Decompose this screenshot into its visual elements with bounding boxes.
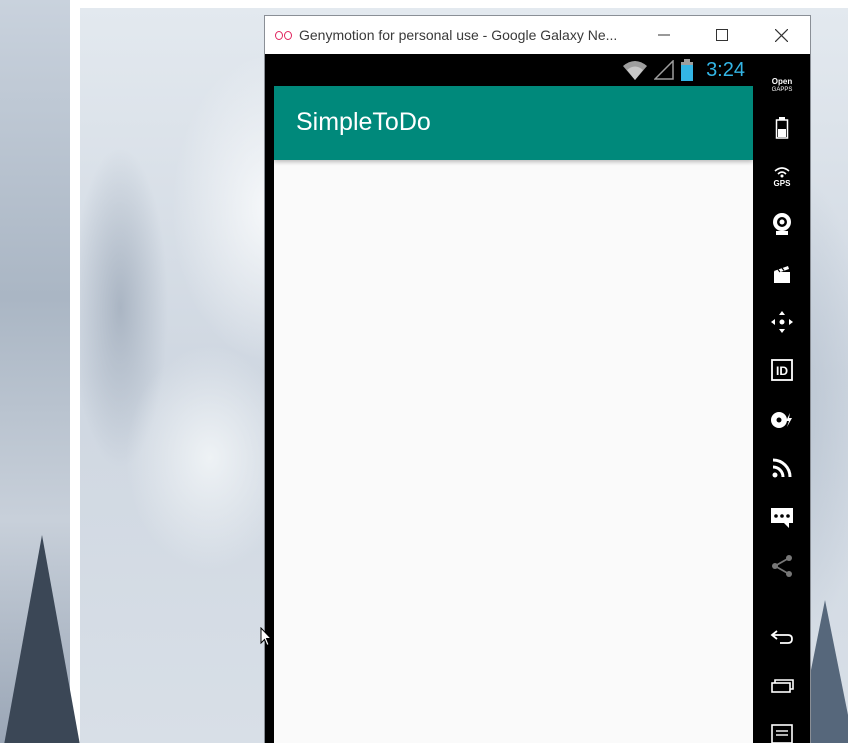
gps-label: GPS [774, 179, 792, 187]
minimize-button[interactable] [635, 16, 693, 54]
window-title: Genymotion for personal use - Google Gal… [299, 27, 618, 43]
maximize-button[interactable] [693, 16, 751, 54]
genymotion-toolbar: Open GAPPS GPS ID [753, 54, 810, 743]
gps-tool-button[interactable]: GPS [761, 158, 803, 194]
share-tool-icon [772, 555, 792, 577]
open-gapps-icon: Open GAPPS [772, 78, 793, 94]
android-device-screen: 3:24 SimpleToDo [265, 54, 753, 743]
app-title: SimpleToDo [296, 108, 431, 136]
back-nav-icon [770, 630, 793, 644]
maximize-icon [716, 29, 728, 41]
network-tool-icon [772, 458, 792, 478]
menu-nav-button[interactable] [761, 716, 803, 743]
battery-tool-button[interactable] [761, 110, 803, 146]
open-gapps-button[interactable]: Open GAPPS [761, 68, 803, 104]
move-tool-button[interactable] [761, 304, 803, 340]
gps-tool-icon: GPS [774, 167, 792, 187]
status-clock: 3:24 [706, 58, 745, 81]
device-id-tool-icon: ID [771, 359, 793, 381]
pine-tree-left [4, 535, 80, 743]
app-toolbar: SimpleToDo [274, 86, 753, 160]
network-tool-button[interactable] [761, 450, 803, 486]
sms-tool-button[interactable] [761, 500, 803, 536]
signal-icon [654, 60, 674, 80]
mouse-cursor-icon [260, 627, 272, 647]
open-gapps-label-line1: Open [771, 77, 793, 86]
webcam-tool-icon [773, 213, 791, 235]
screencast-tool-icon [774, 266, 790, 283]
screencast-tool-button[interactable] [761, 256, 803, 292]
recents-nav-button[interactable] [761, 668, 803, 704]
genymotion-window: Genymotion for personal use - Google Gal… [264, 15, 811, 743]
sms-tool-icon [771, 508, 793, 528]
todo-list-area[interactable] [274, 160, 753, 743]
wifi-icon [623, 61, 648, 80]
minimize-icon [658, 34, 670, 36]
device-id-tool-button[interactable]: ID [761, 352, 803, 388]
status-icons: 3:24 [622, 54, 745, 86]
recents-nav-icon [771, 679, 794, 693]
webcam-tool-button[interactable] [761, 206, 803, 242]
android-status-bar: 3:24 [273, 54, 753, 86]
battery-tool-icon [775, 117, 789, 139]
open-gapps-label-line2: GAPPS [771, 87, 793, 93]
app-screen: SimpleToDo [274, 86, 753, 743]
disk-io-tool-icon [771, 412, 792, 428]
disk-io-tool-button[interactable] [761, 402, 803, 438]
genymotion-logo-icon [275, 29, 293, 41]
close-button[interactable] [752, 16, 810, 54]
move-tool-icon [771, 311, 793, 333]
wallpaper-frame-top [70, 0, 848, 8]
share-tool-button[interactable] [761, 548, 803, 584]
close-icon [774, 28, 788, 42]
device-id-label: ID [776, 364, 788, 378]
menu-nav-icon [771, 724, 793, 743]
battery-icon [681, 59, 694, 81]
window-titlebar[interactable]: Genymotion for personal use - Google Gal… [265, 16, 810, 54]
back-nav-button[interactable] [761, 619, 803, 655]
